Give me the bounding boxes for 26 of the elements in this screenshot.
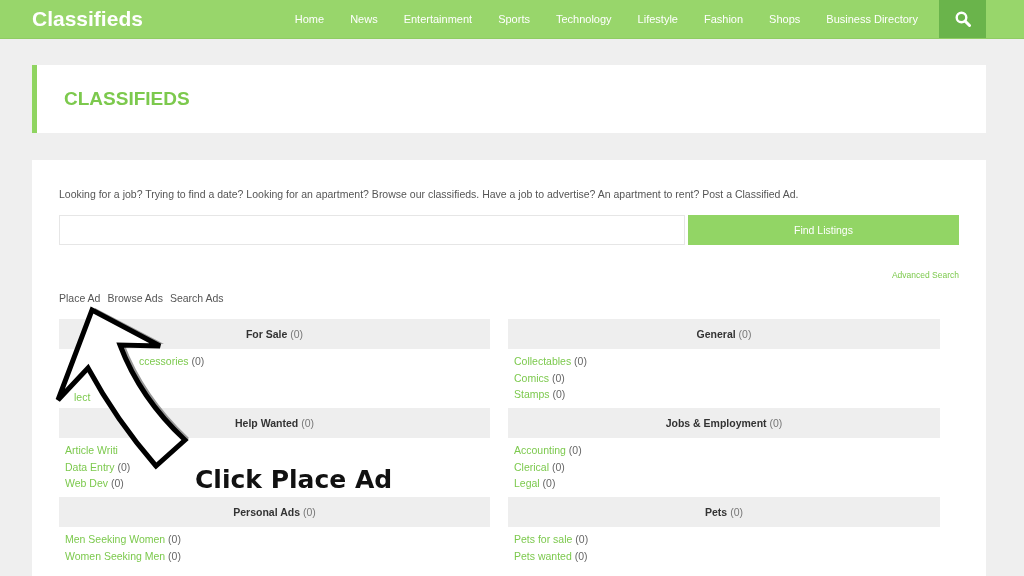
annotation-text: Click Place Ad bbox=[195, 467, 393, 492]
category-item[interactable]: Men Seeking Women (0) bbox=[65, 531, 181, 548]
action-link[interactable]: Search Ads bbox=[169, 292, 224, 304]
category-item[interactable]: Collectables (0) bbox=[514, 353, 587, 370]
search-field[interactable] bbox=[59, 215, 685, 245]
category-item[interactable]: Stamps (0) bbox=[514, 386, 566, 403]
action-link[interactable]: Browse Ads bbox=[107, 292, 163, 304]
category-item[interactable]: Accounting (0) bbox=[514, 442, 582, 459]
category-header[interactable]: General (0) bbox=[508, 319, 940, 349]
category-header[interactable]: Jobs & Employment (0) bbox=[508, 408, 940, 438]
category-item[interactable]: Pets wanted (0) bbox=[514, 547, 588, 564]
action-link[interactable]: Place Ad bbox=[59, 292, 101, 304]
category-item[interactable]: Comics (0) bbox=[514, 369, 565, 386]
category-item[interactable]: Women Seeking Men (0) bbox=[65, 547, 181, 564]
category-item[interactable]: ccessories (0) bbox=[139, 353, 205, 370]
intro-text: Looking for a job? Trying to find a date? Looking for an apartment? Browse our classifieds. Have a job to advertise? An apartment to rent? Post a Classified Ad. bbox=[59, 188, 800, 200]
category-header[interactable]: Personal Ads (0) bbox=[59, 497, 490, 527]
category-item[interactable]: Pets for sale (0) bbox=[514, 531, 589, 548]
category-item[interactable]: Web Dev (0) bbox=[65, 475, 124, 492]
search-button[interactable] bbox=[939, 0, 986, 38]
search-icon bbox=[954, 11, 971, 27]
page-title: CLASSIFIEDS bbox=[64, 88, 190, 110]
category-header[interactable]: Pets (0) bbox=[508, 497, 940, 527]
category-item[interactable]: Data Entry (0) bbox=[65, 458, 131, 475]
category-item[interactable]: Clerical (0) bbox=[514, 458, 565, 475]
category-item[interactable]: Legal (0) bbox=[514, 475, 556, 492]
